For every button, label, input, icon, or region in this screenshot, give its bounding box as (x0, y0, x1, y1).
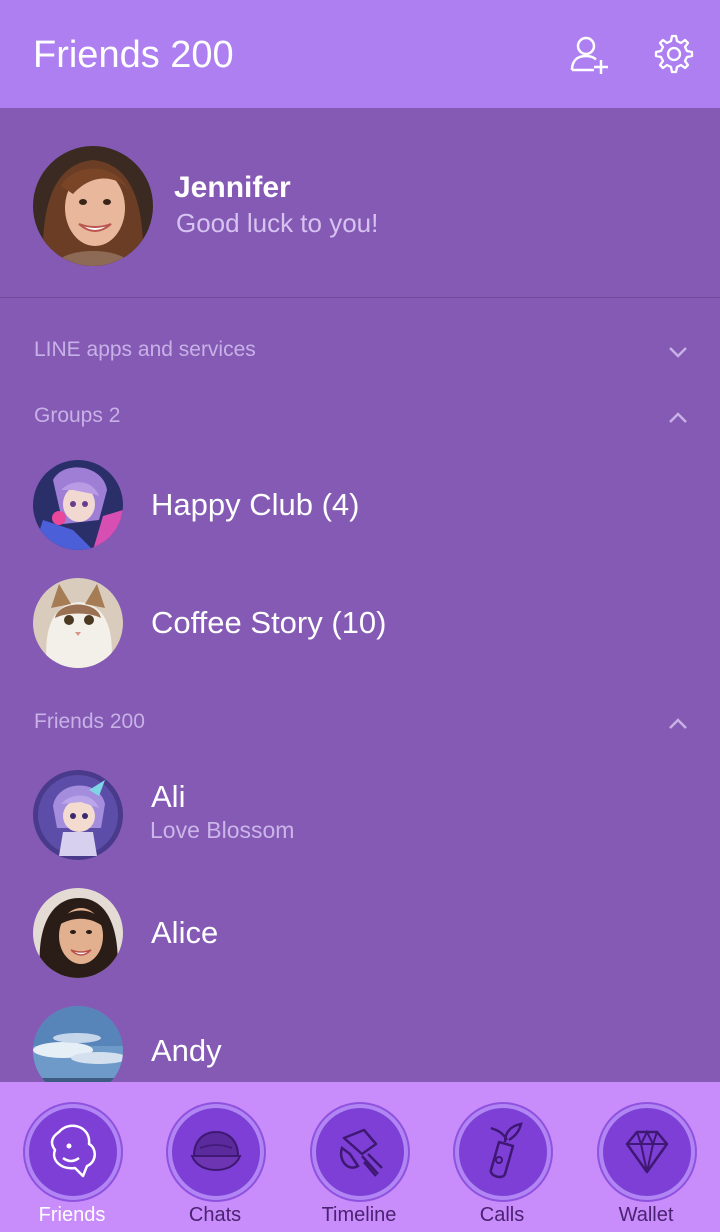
tab-wallet[interactable]: Wallet (574, 1082, 718, 1232)
add-friend-icon[interactable] (567, 32, 611, 76)
bottom-tab-bar: Friends Chats Timeline Calls Wallet (0, 1082, 720, 1232)
friends-icon (25, 1104, 121, 1200)
profile-status-message: Good luck to you! (176, 208, 379, 238)
tab-calls[interactable]: Calls (430, 1082, 574, 1232)
tab-friends[interactable]: Friends (0, 1082, 144, 1232)
tab-label: Calls (479, 1204, 525, 1226)
avatar (33, 146, 153, 266)
page-title: Friends 200 (33, 34, 234, 76)
avatar (33, 578, 123, 668)
friend-name: Andy (151, 1033, 222, 1068)
chevron-up-icon (669, 412, 687, 423)
section-label: LINE apps and services (34, 338, 256, 361)
profile-name: Jennifer (174, 171, 291, 204)
friend-row[interactable]: Ali Love Blossom (0, 756, 720, 874)
chevron-up-icon (669, 718, 687, 729)
section-line-apps[interactable]: LINE apps and services (0, 320, 720, 380)
group-name: Happy Club (4) (151, 487, 360, 522)
wallet-icon (599, 1104, 695, 1200)
app-header: Friends 200 (0, 0, 720, 108)
section-label: Friends 200 (34, 710, 145, 733)
section-label: Groups 2 (34, 404, 121, 427)
tab-label: Chats (188, 1204, 242, 1226)
tab-label: Wallet (618, 1204, 674, 1226)
tab-chats[interactable]: Chats (143, 1082, 287, 1232)
section-groups[interactable]: Groups 2 (0, 386, 720, 446)
avatar (33, 770, 123, 860)
section-friends[interactable]: Friends 200 (0, 692, 720, 752)
group-name: Coffee Story (10) (151, 605, 387, 640)
chats-icon (168, 1104, 264, 1200)
gear-icon[interactable] (652, 32, 696, 76)
chevron-down-icon (669, 347, 687, 358)
tab-timeline[interactable]: Timeline (287, 1082, 431, 1232)
avatar (33, 888, 123, 978)
tab-label: Timeline (321, 1204, 397, 1226)
friend-row[interactable]: Alice (0, 874, 720, 992)
my-profile-row[interactable]: Jennifer Good luck to you! (0, 108, 720, 298)
timeline-icon (312, 1104, 408, 1200)
friend-status-message: Love Blossom (150, 817, 295, 843)
tab-label: Friends (38, 1204, 106, 1226)
avatar (33, 460, 123, 550)
friend-name: Ali (151, 779, 186, 814)
calls-icon (455, 1104, 551, 1200)
group-row[interactable]: Coffee Story (10) (0, 564, 720, 682)
friend-name: Alice (151, 915, 219, 950)
group-row[interactable]: Happy Club (4) (0, 446, 720, 564)
